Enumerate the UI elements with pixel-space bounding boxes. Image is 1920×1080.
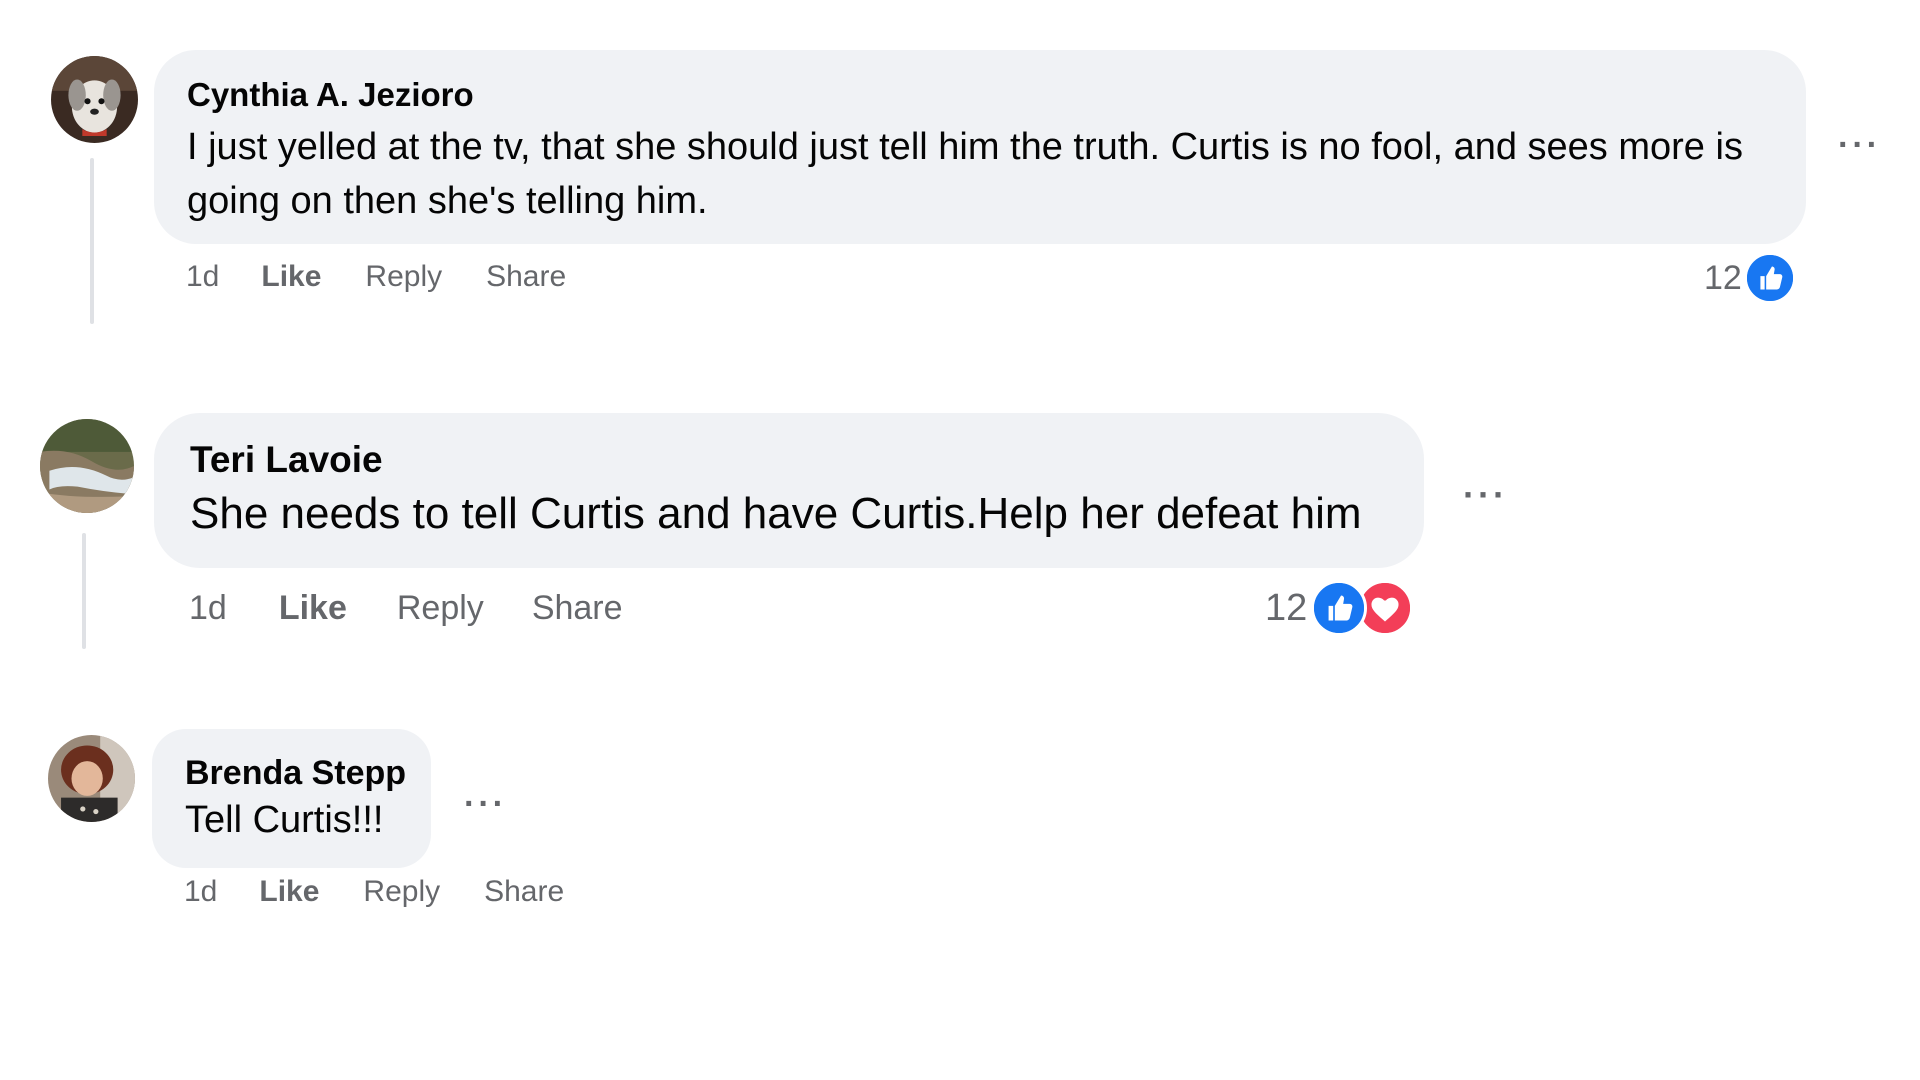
- reply-button[interactable]: Reply: [365, 260, 442, 294]
- comment-timestamp[interactable]: 1d: [184, 875, 217, 909]
- comment-actions: 1d Like Reply Share: [184, 875, 564, 909]
- like-button[interactable]: Like: [259, 875, 319, 909]
- reply-button[interactable]: Reply: [397, 589, 484, 628]
- reaction-count: 12: [1265, 586, 1308, 629]
- comment-text: She needs to tell Curtis and have Curtis…: [190, 489, 1362, 538]
- more-options-button[interactable]: ···: [1838, 128, 1881, 162]
- comment-actions: 1d Like Reply Share: [186, 260, 566, 294]
- thread-line: [82, 533, 86, 649]
- comment-author[interactable]: Brenda Stepp: [185, 751, 411, 795]
- avatar-portrait-image: [48, 735, 135, 822]
- thread-line: [90, 158, 94, 324]
- comment-text: Tell Curtis!!!: [185, 799, 384, 841]
- reply-button[interactable]: Reply: [363, 875, 440, 909]
- avatar-waterfall-image: [40, 419, 134, 513]
- like-icon: [1311, 580, 1368, 636]
- comment-timestamp[interactable]: 1d: [189, 589, 227, 628]
- like-button[interactable]: Like: [261, 260, 321, 294]
- more-options-button[interactable]: ···: [1463, 477, 1508, 513]
- comment-timestamp[interactable]: 1d: [186, 260, 219, 294]
- reactions-summary[interactable]: 12: [1704, 252, 1796, 304]
- reaction-count: 12: [1704, 258, 1742, 297]
- avatar-dog-image: [51, 56, 138, 143]
- comment-bubble: Brenda Stepp Tell Curtis!!!: [152, 729, 431, 868]
- like-icon: [1743, 252, 1796, 304]
- reactions-summary[interactable]: 12: [1265, 580, 1414, 636]
- avatar[interactable]: [51, 56, 138, 143]
- like-button[interactable]: Like: [279, 589, 347, 628]
- comment-bubble: Teri Lavoie She needs to tell Curtis and…: [154, 413, 1424, 568]
- share-button[interactable]: Share: [486, 260, 566, 294]
- share-button[interactable]: Share: [532, 589, 623, 628]
- comment-author[interactable]: Cynthia A. Jezioro: [187, 74, 1776, 116]
- avatar[interactable]: [40, 419, 134, 513]
- avatar[interactable]: [48, 735, 135, 822]
- comment-bubble: Cynthia A. Jezioro I just yelled at the …: [154, 50, 1806, 244]
- comment-actions: 1d Like Reply Share: [189, 589, 623, 628]
- comment-author[interactable]: Teri Lavoie: [190, 437, 1394, 483]
- more-options-button[interactable]: ···: [464, 787, 507, 821]
- share-button[interactable]: Share: [484, 875, 564, 909]
- comment-text: I just yelled at the tv, that she should…: [187, 126, 1743, 222]
